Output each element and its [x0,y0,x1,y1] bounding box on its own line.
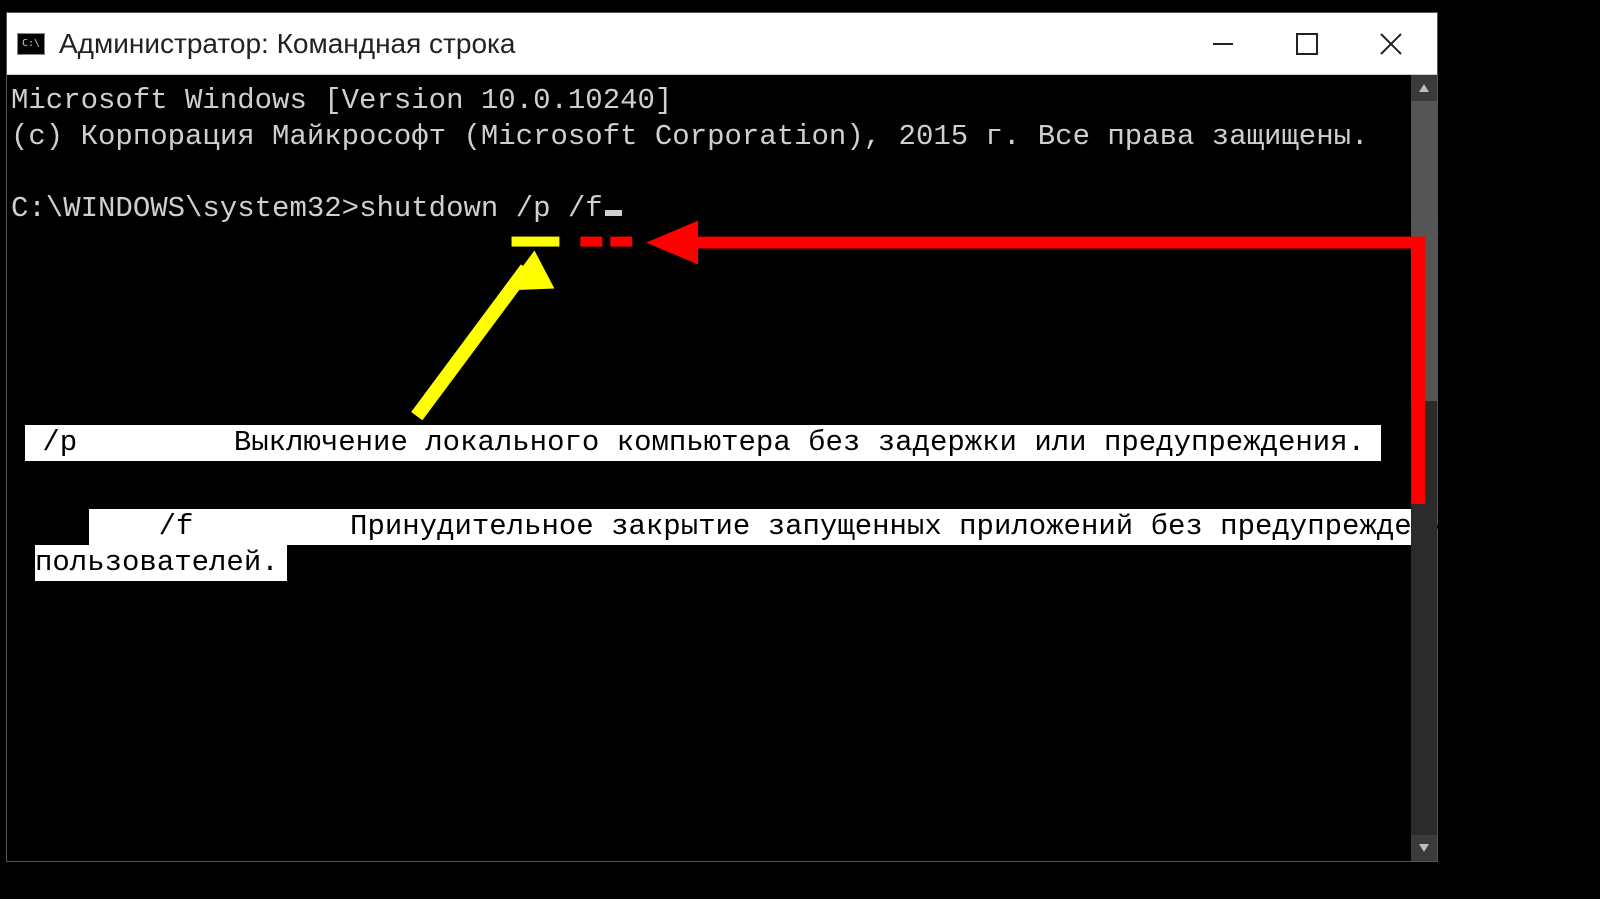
red-arrow-icon [646,221,1418,504]
help-f-flag-line1: /f Принудительное закрытие запущенных пр… [89,509,1435,545]
vertical-scrollbar[interactable] [1411,75,1437,861]
prompt: C:\WINDOWS\system32> [11,192,359,225]
os-version-line: Microsoft Windows [Version 10.0.10240] [11,84,672,117]
terminal-output: Microsoft Windows [Version 10.0.10240] (… [7,75,1437,227]
titlebar[interactable]: C:\ Администратор: Командная строка [7,13,1437,75]
cmd-icon: C:\ [17,33,45,55]
close-button[interactable] [1369,22,1413,66]
minimize-button[interactable] [1201,22,1245,66]
yellow-arrow-icon [417,251,555,417]
command-input: shutdown /p /f [359,192,603,225]
text-cursor [605,210,622,216]
scroll-thumb[interactable] [1411,101,1437,401]
copyright-line: (c) Корпорация Майкрософт (Microsoft Cor… [11,120,1368,153]
help-f-flag-line2: пользователей. [35,545,287,581]
window-controls [1201,22,1413,66]
scroll-up-button[interactable] [1411,75,1437,101]
window-title: Администратор: Командная строка [59,28,1201,60]
help-p-flag: /p Выключение локального компьютера без … [25,425,1381,461]
cmd-window: C:\ Администратор: Командная строка Micr… [6,12,1438,862]
scroll-down-button[interactable] [1411,835,1437,861]
maximize-button[interactable] [1285,22,1329,66]
terminal-client-area[interactable]: Microsoft Windows [Version 10.0.10240] (… [7,75,1437,861]
